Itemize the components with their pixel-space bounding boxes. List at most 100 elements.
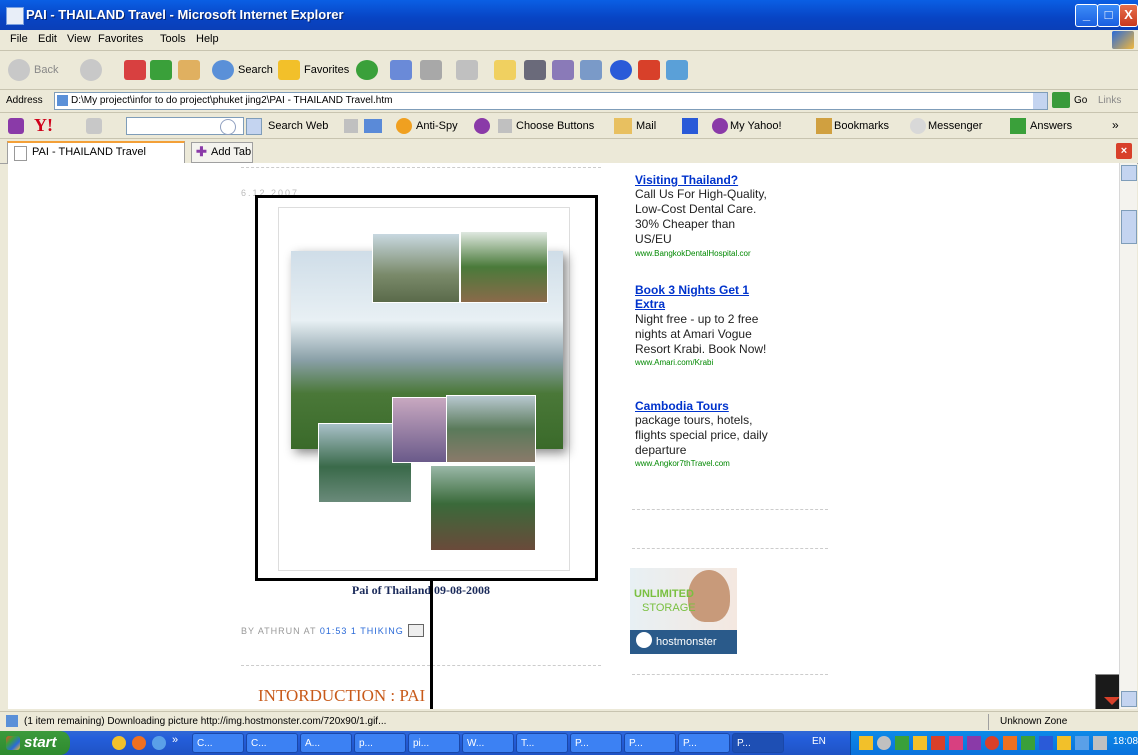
app-icon-red[interactable] xyxy=(638,60,660,80)
favorites-button[interactable]: Favorites xyxy=(304,64,349,76)
bookmarks-button[interactable]: Bookmarks xyxy=(834,120,889,132)
email-post-icon[interactable] xyxy=(408,624,424,637)
go-arrow-icon[interactable] xyxy=(1052,92,1070,108)
task-button-1[interactable]: C... xyxy=(192,733,244,753)
tray-icon-2[interactable] xyxy=(877,736,891,750)
edit-icon[interactable] xyxy=(456,60,478,80)
search-web-button[interactable]: Search Web xyxy=(268,120,328,132)
tray-icon-9[interactable] xyxy=(1003,736,1017,750)
my-yahoo-icon[interactable] xyxy=(712,118,728,134)
ad-url-1[interactable]: www.BangkokDentalHospital.cor xyxy=(635,249,751,258)
home-icon[interactable] xyxy=(178,60,200,80)
refresh-icon[interactable] xyxy=(150,60,172,80)
chevron-down-icon[interactable] xyxy=(246,118,262,135)
yahoo-menu-icon[interactable] xyxy=(8,118,24,134)
task-button-2[interactable]: C... xyxy=(246,733,298,753)
tray-icon-11[interactable] xyxy=(1039,736,1053,750)
anti-spy-button[interactable]: Anti-Spy xyxy=(416,120,458,132)
stop-icon[interactable] xyxy=(124,60,146,80)
close-button[interactable]: X xyxy=(1119,4,1138,27)
menu-file[interactable]: File xyxy=(10,33,28,45)
menu-tools[interactable]: Tools xyxy=(160,33,186,45)
tray-icon-4[interactable] xyxy=(913,736,927,750)
task-button-3[interactable]: A... xyxy=(300,733,352,753)
favorites-star-icon[interactable] xyxy=(278,60,300,80)
anti-spy-icon[interactable] xyxy=(396,118,412,134)
menu-edit[interactable]: Edit xyxy=(38,33,57,45)
scroll-up-icon[interactable] xyxy=(1121,165,1137,181)
menu-favorites[interactable]: Favorites xyxy=(98,33,143,45)
menu-help[interactable]: Help xyxy=(196,33,219,45)
quicklaunch-icon-1[interactable] xyxy=(112,736,126,750)
task-button-6[interactable]: W... xyxy=(462,733,514,753)
forward-icon[interactable] xyxy=(80,59,102,81)
highlight-icon[interactable] xyxy=(344,119,358,133)
search-icon[interactable] xyxy=(212,60,234,80)
links-button[interactable]: Links xyxy=(1098,95,1121,106)
back-button[interactable]: Back xyxy=(34,64,58,76)
maximize-button[interactable]: □ xyxy=(1097,4,1120,27)
address-input[interactable]: D:\My project\infor to do project\phuket… xyxy=(54,92,1048,110)
app-icon-a[interactable] xyxy=(552,60,574,80)
volume-icon[interactable] xyxy=(1093,736,1107,750)
mail-icon[interactable] xyxy=(614,118,632,134)
tray-icon-3[interactable] xyxy=(895,736,909,750)
choose-buttons-button[interactable]: Choose Buttons xyxy=(516,120,594,132)
title-bar[interactable]: PAI - THAILAND Travel - Microsoft Intern… xyxy=(0,0,1138,30)
task-button-4[interactable]: p... xyxy=(354,733,406,753)
task-button-7[interactable]: T... xyxy=(516,733,568,753)
yahoo-logo-icon[interactable]: Y! xyxy=(34,115,53,136)
task-button-11[interactable]: P... xyxy=(732,733,784,753)
tray-icon-6[interactable] xyxy=(949,736,963,750)
post-comments-link[interactable]: 1 THIKING xyxy=(351,626,404,636)
answers-button[interactable]: Answers xyxy=(1030,120,1072,132)
search-button[interactable]: Search xyxy=(238,64,273,76)
back-icon[interactable] xyxy=(8,59,30,81)
close-tab-icon[interactable]: × xyxy=(1116,143,1132,159)
print-icon[interactable] xyxy=(420,60,442,80)
start-button[interactable]: start xyxy=(0,731,70,755)
minimize-button[interactable]: _ xyxy=(1075,4,1098,27)
hostmonster-banner[interactable]: UNLIMITED STORAGE hostmonster xyxy=(630,568,737,654)
quicklaunch-icon-2[interactable] xyxy=(132,736,146,750)
network-icon[interactable] xyxy=(1075,736,1089,750)
ad-title-1[interactable]: Visiting Thailand? xyxy=(635,173,738,187)
chevron-right-icon[interactable]: » xyxy=(1112,118,1119,132)
chevron-down-icon[interactable] xyxy=(1033,93,1047,109)
folder-icon[interactable] xyxy=(494,60,516,80)
language-indicator[interactable]: EN xyxy=(812,736,826,747)
yahoo-circle-icon[interactable] xyxy=(474,118,490,134)
app-icon-k[interactable] xyxy=(524,60,546,80)
answers-icon[interactable] xyxy=(1010,118,1026,134)
scroll-thumb[interactable] xyxy=(1121,210,1137,244)
form-icon[interactable] xyxy=(364,119,382,133)
task-button-8[interactable]: P... xyxy=(570,733,622,753)
bookmarks-icon[interactable] xyxy=(816,118,832,134)
tray-icon-12[interactable] xyxy=(1057,736,1071,750)
floating-widget[interactable] xyxy=(1095,674,1119,709)
add-tab-button[interactable]: ✚ Add Tab xyxy=(191,142,253,163)
mail-icon[interactable] xyxy=(390,60,412,80)
my-yahoo-button[interactable]: My Yahoo! xyxy=(730,120,782,132)
plus-icon[interactable] xyxy=(682,118,698,134)
ad-url-2[interactable]: www.Amari.com/Krabi xyxy=(635,358,713,367)
tray-icon-8[interactable] xyxy=(985,736,999,750)
messenger-icon[interactable] xyxy=(666,60,688,80)
ad-title-3[interactable]: Cambodia Tours xyxy=(635,399,729,413)
tray-icon-7[interactable] xyxy=(967,736,981,750)
app-icon-b[interactable] xyxy=(580,60,602,80)
quicklaunch-icon-3[interactable] xyxy=(152,736,166,750)
menu-view[interactable]: View xyxy=(67,33,91,45)
scroll-down-icon[interactable] xyxy=(1121,691,1137,707)
ad-title-2[interactable]: Book 3 Nights Get 1 Extra xyxy=(635,283,765,311)
tray-icon-1[interactable] xyxy=(859,736,873,750)
bluetooth-icon[interactable] xyxy=(610,60,632,80)
pencil-icon[interactable] xyxy=(86,118,102,134)
task-button-9[interactable]: P... xyxy=(624,733,676,753)
vertical-scrollbar[interactable] xyxy=(1119,163,1137,709)
messenger-icon[interactable] xyxy=(910,118,926,134)
mail-button[interactable]: Mail xyxy=(636,120,656,132)
messenger-button[interactable]: Messenger xyxy=(928,120,982,132)
history-icon[interactable] xyxy=(356,60,378,80)
post-time-link[interactable]: 01:53 xyxy=(320,626,348,636)
